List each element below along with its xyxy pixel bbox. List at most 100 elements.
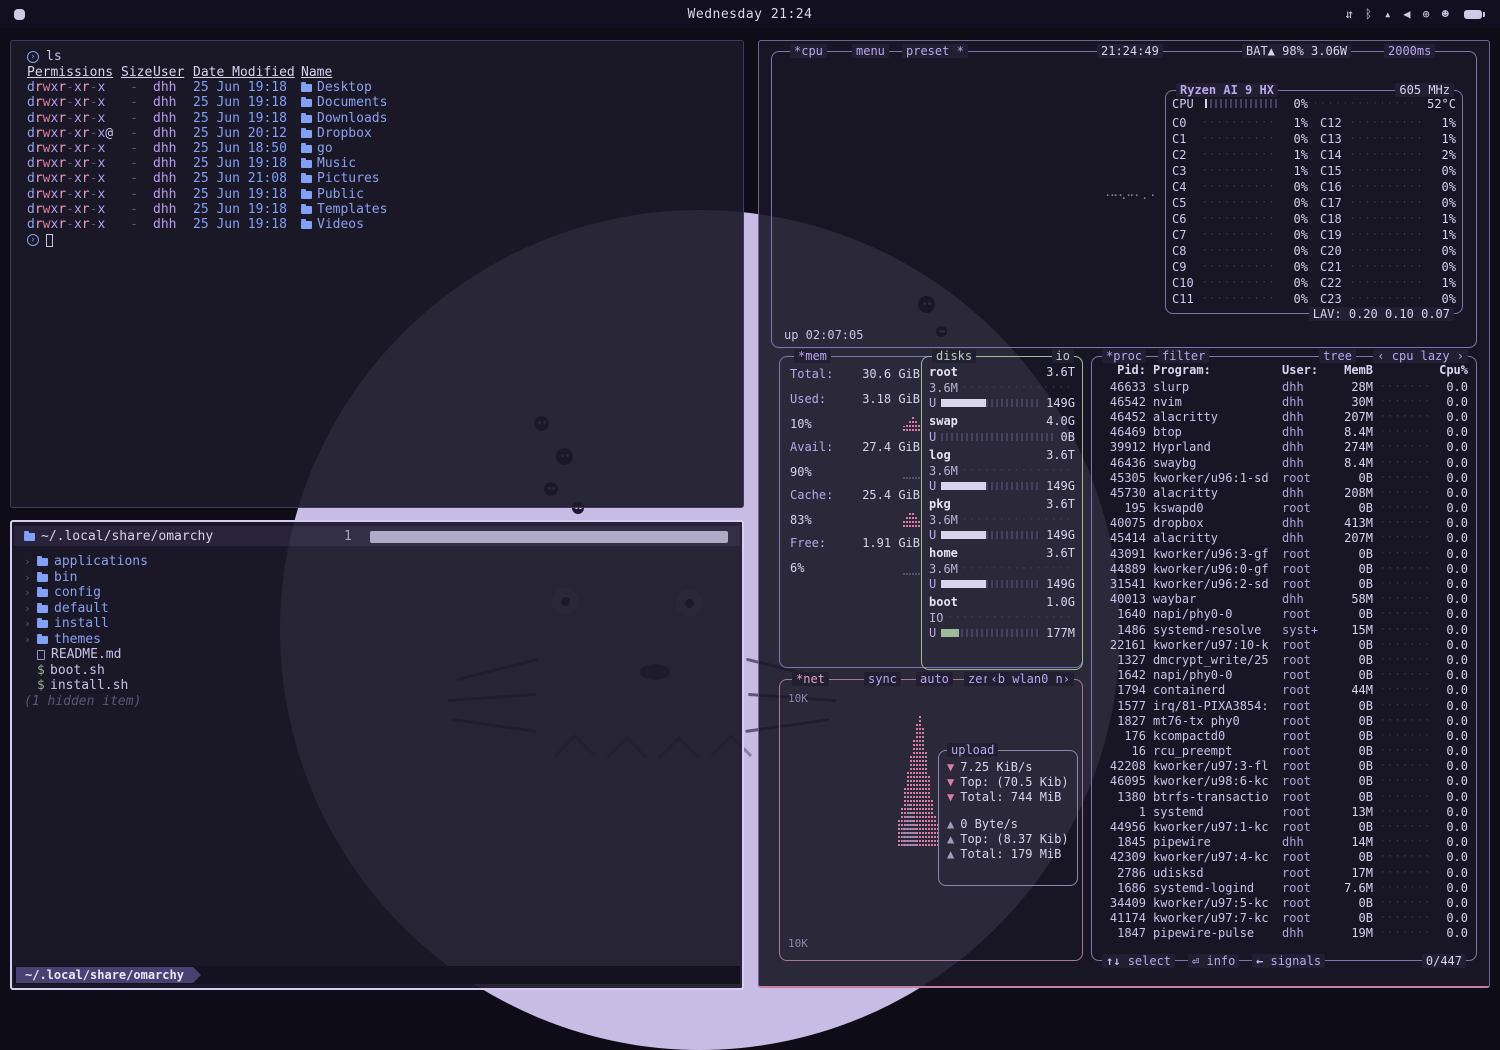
process-row[interactable]: 44889kworker/u96:0-gfroot0B0.0 [1100, 561, 1468, 576]
process-row[interactable]: 176kcompactd0root0B0.0 [1100, 728, 1468, 743]
process-row[interactable]: 1845pipewiredhh14M0.0 [1100, 835, 1468, 850]
process-row[interactable]: 45730alacrittydhh208M0.0 [1100, 485, 1468, 500]
upload-box-title[interactable]: upload [947, 743, 998, 757]
disk-entry: boot1.0GIOU177M [929, 595, 1075, 641]
process-row[interactable]: 41174kworker/u97:7-kcroot0B0.0 [1100, 911, 1468, 926]
process-row[interactable]: 1640napi/phy0-0root0B0.0 [1100, 607, 1468, 622]
prompt-line-empty[interactable]: › [27, 232, 743, 248]
process-row[interactable]: 42309kworker/u97:4-kcroot0B0.0 [1100, 850, 1468, 865]
process-row[interactable]: 42208kworker/u97:3-flroot0B0.0 [1100, 759, 1468, 774]
col-mem[interactable]: MemB [1333, 363, 1373, 377]
core-row: C150% [1320, 163, 1456, 179]
file-item[interactable]: ›applications [24, 554, 148, 570]
col-pid[interactable]: Pid: [1100, 363, 1146, 377]
core-row: C200% [1320, 243, 1456, 259]
filter-button[interactable]: filter [1158, 349, 1209, 363]
preset-button[interactable]: preset * [902, 44, 968, 58]
col-cpu[interactable]: Cpu% [1438, 363, 1468, 377]
sort-selector[interactable]: ‹ cpu lazy › [1373, 349, 1468, 363]
process-row[interactable]: 39912Hyprlanddhh274M0.0 [1100, 440, 1468, 455]
tab-indicator[interactable]: 1 [344, 529, 352, 544]
mem-minigraph [903, 413, 920, 431]
update-interval[interactable]: 2000ms [1384, 44, 1435, 58]
net-interface[interactable]: ‹b wlan0 n› [987, 672, 1074, 686]
process-row[interactable]: 43091kworker/u96:3-gfroot0B0.0 [1100, 546, 1468, 561]
process-row[interactable]: 1686systemd-logindroot7.6M0.0 [1100, 880, 1468, 895]
process-row[interactable]: 45414alacrittydhh207M0.0 [1100, 531, 1468, 546]
load-average: LAV: 0.20 0.10 0.07 [1309, 307, 1454, 321]
mem-box-title[interactable]: *mem [794, 349, 831, 363]
folder-icon [301, 99, 312, 107]
process-row[interactable]: 1794containerdroot44M0.0 [1100, 683, 1468, 698]
disks-box: disks io root3.6T3.6MU149Gswap4.0GU0Blog… [921, 356, 1083, 670]
folder-icon [37, 558, 48, 566]
file-item[interactable]: README.md [24, 647, 148, 663]
process-row[interactable]: 1486systemd-resolvesyst+15M0.0 [1100, 622, 1468, 637]
process-row[interactable]: 31541kworker/u96:2-sdroot0B0.0 [1100, 576, 1468, 591]
file-item[interactable]: ›default [24, 601, 148, 617]
preview-scrollbar[interactable] [370, 531, 728, 543]
info-hint[interactable]: ⏎ info [1188, 954, 1239, 968]
process-row[interactable]: 46095kworker/u98:6-kcroot0B0.0 [1100, 774, 1468, 789]
process-row[interactable]: 40013waybardhh58M0.0 [1100, 592, 1468, 607]
file-item[interactable]: ›themes [24, 632, 148, 648]
process-row[interactable]: 46469btopdhh8.4M0.0 [1100, 425, 1468, 440]
folder-icon [37, 605, 48, 613]
process-row[interactable]: 46542nvimdhh30M0.0 [1100, 394, 1468, 409]
process-row[interactable]: 34409kworker/u97:5-kcroot0B0.0 [1100, 895, 1468, 910]
process-row[interactable]: 2786udisksdroot17M0.0 [1100, 865, 1468, 880]
process-row[interactable]: 46452alacrittydhh207M0.0 [1100, 409, 1468, 424]
core-row: C50% [1172, 195, 1308, 211]
sync-button[interactable]: sync [864, 672, 901, 686]
process-row[interactable]: 44956kworker/u97:1-kcroot0B0.0 [1100, 819, 1468, 834]
mem-stats: Total: 30.6 GiB Used:3.18 GiB10%Avail:27… [790, 367, 920, 575]
core-row: C10% [1172, 131, 1308, 147]
net-box-title[interactable]: *net [792, 672, 829, 686]
process-row[interactable]: 1systemdroot13M0.0 [1100, 804, 1468, 819]
process-row[interactable]: 1327dmcrypt_write/25root0B0.0 [1100, 652, 1468, 667]
file-item[interactable]: ›config [24, 585, 148, 601]
process-row[interactable]: 1827mt76-tx phy0root0B0.0 [1100, 713, 1468, 728]
core-row: C121% [1320, 115, 1456, 131]
prompt-icon: › [27, 234, 39, 246]
mem-minigraph [903, 509, 920, 527]
proc-count: 0/447 [1422, 954, 1466, 968]
download-stat: ▼Total: 744 MiB [947, 789, 1071, 804]
process-row[interactable]: 45305kworker/u96:1-sdroot0B0.0 [1100, 470, 1468, 485]
folder-icon [37, 589, 48, 597]
upload-stat: ▲Total: 179 MiB [947, 846, 1071, 861]
prompt-line: › ls [27, 49, 743, 65]
proc-box-title[interactable]: *proc [1102, 349, 1146, 363]
auto-button[interactable]: auto [916, 672, 953, 686]
disks-box-title[interactable]: disks [932, 349, 976, 363]
select-hint[interactable]: ↑↓ select [1102, 954, 1175, 968]
cpu-box-title[interactable]: *cpu [790, 44, 827, 58]
process-row[interactable]: 1642napi/phy0-0root0B0.0 [1100, 668, 1468, 683]
signals-hint[interactable]: ← signals [1252, 954, 1325, 968]
file-item[interactable]: ›bin [24, 570, 148, 586]
process-row[interactable]: 1847pipewire-pulsedhh19M0.0 [1100, 926, 1468, 941]
process-row[interactable]: 1577irq/81-PIXA3854:root0B0.0 [1100, 698, 1468, 713]
tree-button[interactable]: tree [1319, 349, 1356, 363]
process-row[interactable]: 46633slurpdhh28M0.0 [1100, 379, 1468, 394]
file-item[interactable]: $install.sh [24, 678, 148, 694]
col-user[interactable]: User: [1282, 363, 1326, 377]
download-stat: ▼7.25 KiB/s [947, 759, 1071, 774]
process-row[interactable]: 195kswapd0root0B0.0 [1100, 501, 1468, 516]
process-row[interactable]: 40075dropboxdhh413M0.0 [1100, 516, 1468, 531]
process-row[interactable]: 1380btrfs-transactioroot0B0.0 [1100, 789, 1468, 804]
process-row[interactable]: 16rcu_preemptroot0B0.0 [1100, 744, 1468, 759]
path-text: ~/.local/share/omarchy [41, 529, 213, 544]
file-item[interactable]: $boot.sh [24, 663, 148, 679]
menu-button[interactable]: menu [852, 44, 889, 58]
process-row[interactable]: 46436swaybgdhh8.4M0.0 [1100, 455, 1468, 470]
io-mode-label[interactable]: io [1052, 349, 1074, 363]
core-table: Ryzen AI 9 HX 605 MHz CPU 0% 52°C C01%C1… [1165, 90, 1463, 314]
expand-arrow-icon: › [24, 571, 31, 584]
battery-icon[interactable] [1464, 10, 1482, 19]
col-program[interactable]: Program: [1153, 363, 1275, 377]
current-path[interactable]: ~/.local/share/omarchy [24, 529, 213, 544]
file-item[interactable]: ›install [24, 616, 148, 632]
process-row[interactable]: 22161kworker/u97:10-kroot0B0.0 [1100, 637, 1468, 652]
folder-icon [24, 533, 35, 541]
